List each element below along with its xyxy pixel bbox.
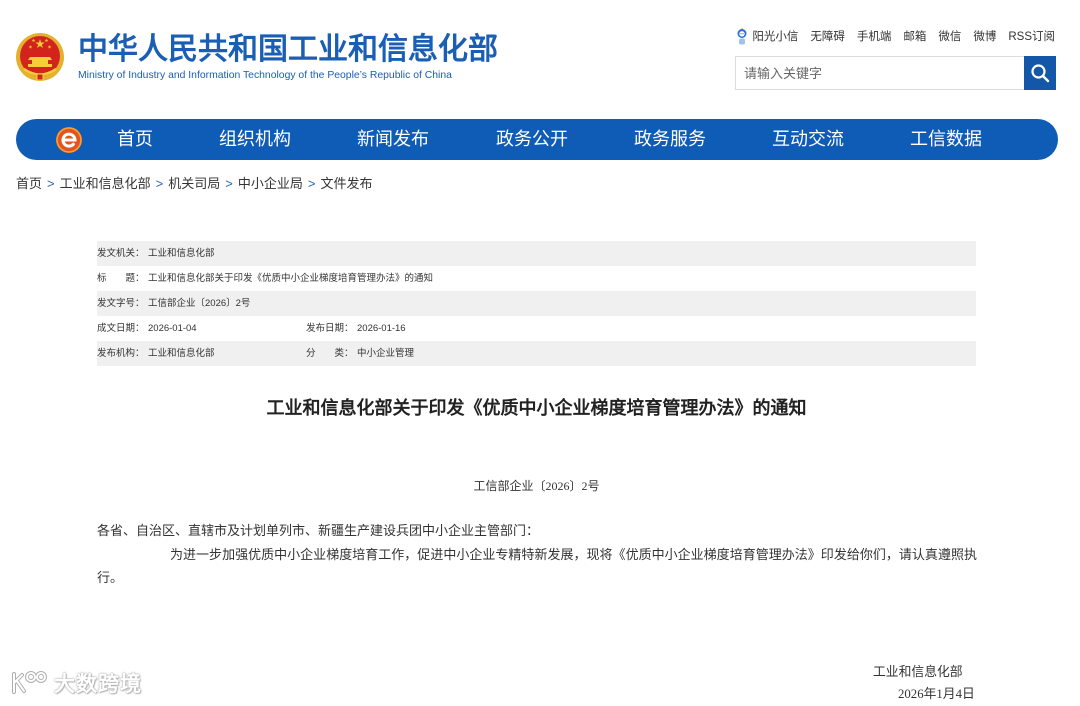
meta-value-issuer: 工业和信息化部 xyxy=(148,248,215,259)
nav-item-government-services[interactable]: 政务服务 xyxy=(610,119,730,160)
meta-value-category: 中小企业管理 xyxy=(357,348,415,359)
watermark-logo-icon xyxy=(8,668,50,703)
signature-organization: 工业和信息化部 xyxy=(873,665,963,679)
national-emblem-icon xyxy=(15,32,65,82)
robot-mascot-icon xyxy=(736,28,748,46)
top-link-sunshine-xiaoxin[interactable]: 阳光小信 xyxy=(736,28,798,46)
breadcrumb-item-sme-bureau[interactable]: 中小企业局 xyxy=(238,176,303,191)
top-link-rss[interactable]: RSS订阅 xyxy=(1008,29,1055,45)
main-nav: 首页 组织机构 新闻发布 政务公开 政务服务 互动交流 工信数据 xyxy=(16,119,1058,160)
meta-value-title: 工业和信息化部关于印发《优质中小企业梯度培育管理办法》的通知 xyxy=(148,273,434,284)
meta-row-title: 标 题： 工业和信息化部关于印发《优质中小企业梯度培育管理办法》的通知 xyxy=(97,266,976,291)
breadcrumb-separator: > xyxy=(225,176,233,191)
top-link-weibo[interactable]: 微博 xyxy=(973,29,996,45)
nav-item-interaction[interactable]: 互动交流 xyxy=(748,119,868,160)
top-link-wechat[interactable]: 微信 xyxy=(938,29,961,45)
top-link-label: 阳光小信 xyxy=(752,31,799,43)
meta-value-written-date: 2026-01-04 xyxy=(148,323,197,334)
meta-label-written-date: 成文日期： xyxy=(97,323,145,334)
signature-date: 2026年1月4日 xyxy=(898,687,975,701)
meta-value-publish-date: 2026-01-16 xyxy=(357,323,406,334)
meta-label-issuer: 发文机关： xyxy=(97,248,145,259)
meta-label-doc-number: 发文字号： xyxy=(97,298,145,309)
breadcrumb-item-home[interactable]: 首页 xyxy=(16,176,42,191)
top-link-accessibility[interactable]: 无障碍 xyxy=(810,29,845,45)
watermark-text: 大数跨境 xyxy=(54,673,142,696)
meta-value-doc-number: 工信部企业〔2026〕2号 xyxy=(148,298,251,309)
meta-row-doc-number: 发文字号： 工信部企业〔2026〕2号 xyxy=(97,291,976,316)
search-icon xyxy=(1031,64,1050,83)
top-links: 阳光小信 无障碍 手机端 邮箱 微信 微博 RSS订阅 xyxy=(736,28,1055,46)
meta-label-publisher: 发布机构： xyxy=(97,348,145,359)
site-title: 中华人民共和国工业和信息化部 xyxy=(78,33,498,66)
meta-row-dates: 成文日期： 2026-01-04 发布日期： 2026-01-16 xyxy=(97,316,976,341)
watermark: 大数跨境 xyxy=(8,668,142,702)
search-button[interactable] xyxy=(1024,56,1056,90)
nav-item-organization[interactable]: 组织机构 xyxy=(195,119,315,160)
breadcrumb-separator: > xyxy=(155,176,164,191)
document-body: 各省、自治区、直辖市及计划单列市、新疆生产建设兵团中小企业主管部门： 为进一步加… xyxy=(97,519,977,590)
top-link-mobile[interactable]: 手机端 xyxy=(857,29,892,45)
breadcrumb-separator: > xyxy=(47,176,55,191)
meta-row-publisher: 发布机构： 工业和信息化部 分 类： 中小企业管理 xyxy=(97,341,976,366)
breadcrumb-separator: > xyxy=(307,176,316,191)
site-title-english: Ministry of Industry and Information Tec… xyxy=(78,70,452,81)
search-bar xyxy=(735,56,1056,90)
nav-item-home[interactable]: 首页 xyxy=(75,119,195,160)
breadcrumb: 首页 > 工业和信息化部 > 机关司局 > 中小企业局 > 文件发布 xyxy=(16,176,372,192)
breadcrumb-item-documents[interactable]: 文件发布 xyxy=(320,176,372,191)
meta-label-category: 分 类： xyxy=(306,348,354,359)
nav-item-government-affairs[interactable]: 政务公开 xyxy=(472,119,592,160)
document-title: 工业和信息化部关于印发《优质中小企业梯度培育管理办法》的通知 xyxy=(266,398,807,418)
search-input[interactable] xyxy=(735,56,1024,90)
document-number: 工信部企业〔2026〕2号 xyxy=(473,479,600,493)
nav-item-data[interactable]: 工信数据 xyxy=(886,119,1006,160)
breadcrumb-item-ministry[interactable]: 工业和信息化部 xyxy=(60,176,151,191)
meta-label-publish-date: 发布日期： xyxy=(306,323,354,334)
meta-value-publisher: 工业和信息化部 xyxy=(148,348,215,359)
document-body-paragraph: 为进一步加强优质中小企业梯度培育工作，促进中小企业专精特新发展，现将《优质中小企… xyxy=(97,546,977,586)
document-salutation: 各省、自治区、直辖市及计划单列市、新疆生产建设兵团中小企业主管部门： xyxy=(97,523,540,538)
top-link-email[interactable]: 邮箱 xyxy=(903,29,926,45)
meta-row-issuer: 发文机关： 工业和信息化部 xyxy=(97,241,976,266)
breadcrumb-item-departments[interactable]: 机关司局 xyxy=(168,176,220,191)
document-metadata-table: 发文机关： 工业和信息化部 标 题： 工业和信息化部关于印发《优质中小企业梯度培… xyxy=(97,241,976,366)
meta-label-title: 标 题： xyxy=(97,273,145,284)
nav-item-news[interactable]: 新闻发布 xyxy=(333,119,453,160)
